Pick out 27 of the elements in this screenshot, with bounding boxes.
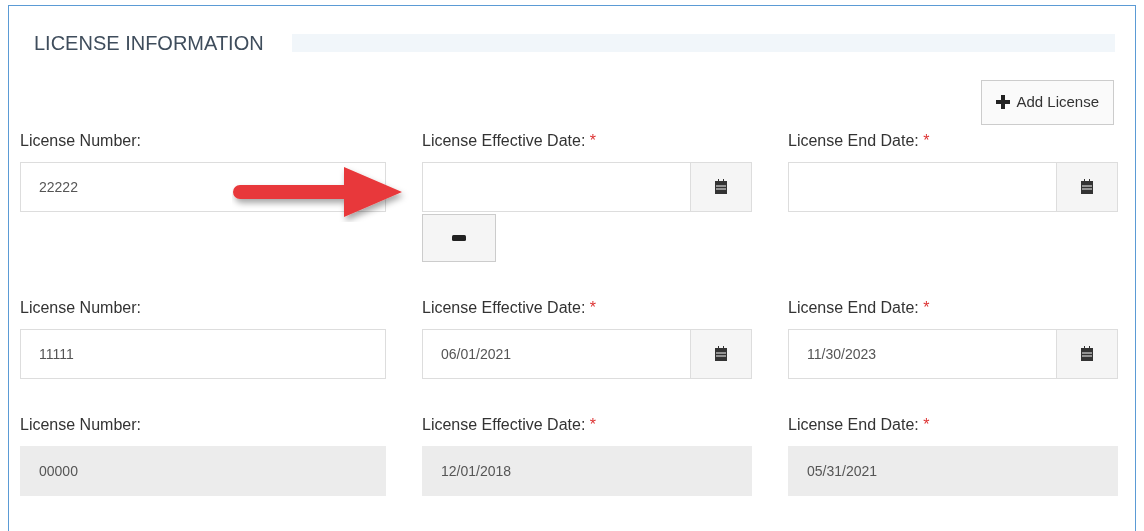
- calendar-icon: [1080, 179, 1094, 194]
- field-label: License End Date: *: [788, 297, 931, 318]
- field-label: License End Date: *: [788, 414, 931, 435]
- section-title: LICENSE INFORMATION: [34, 31, 264, 56]
- input-field[interactable]: 06/01/2021: [422, 328, 691, 379]
- field-label: License Effective Date: *: [422, 414, 598, 435]
- calendar-button[interactable]: [1057, 328, 1118, 379]
- input-field[interactable]: [422, 161, 691, 212]
- calendar-icon: [714, 346, 728, 361]
- add-license-button[interactable]: Add License: [981, 80, 1114, 125]
- input-field[interactable]: [788, 161, 1057, 212]
- minus-icon: [452, 234, 466, 241]
- input-field[interactable]: 11/30/2023: [788, 328, 1057, 379]
- calendar-button[interactable]: [1057, 161, 1118, 212]
- field-label: License End Date: *: [788, 130, 931, 151]
- plus-icon: [996, 95, 1011, 110]
- field-label: License Effective Date: *: [422, 130, 598, 151]
- calendar-button[interactable]: [691, 328, 752, 379]
- field-label: License Number:: [20, 297, 142, 318]
- remove-button[interactable]: [422, 213, 496, 262]
- field-label: License Number:: [20, 414, 142, 435]
- field-label: License Effective Date: *: [422, 297, 598, 318]
- field-label: License Number:: [20, 130, 142, 151]
- calendar-button[interactable]: [691, 161, 752, 212]
- input-field[interactable]: 11111: [20, 328, 386, 379]
- calendar-icon: [1080, 346, 1094, 361]
- calendar-icon: [714, 179, 728, 194]
